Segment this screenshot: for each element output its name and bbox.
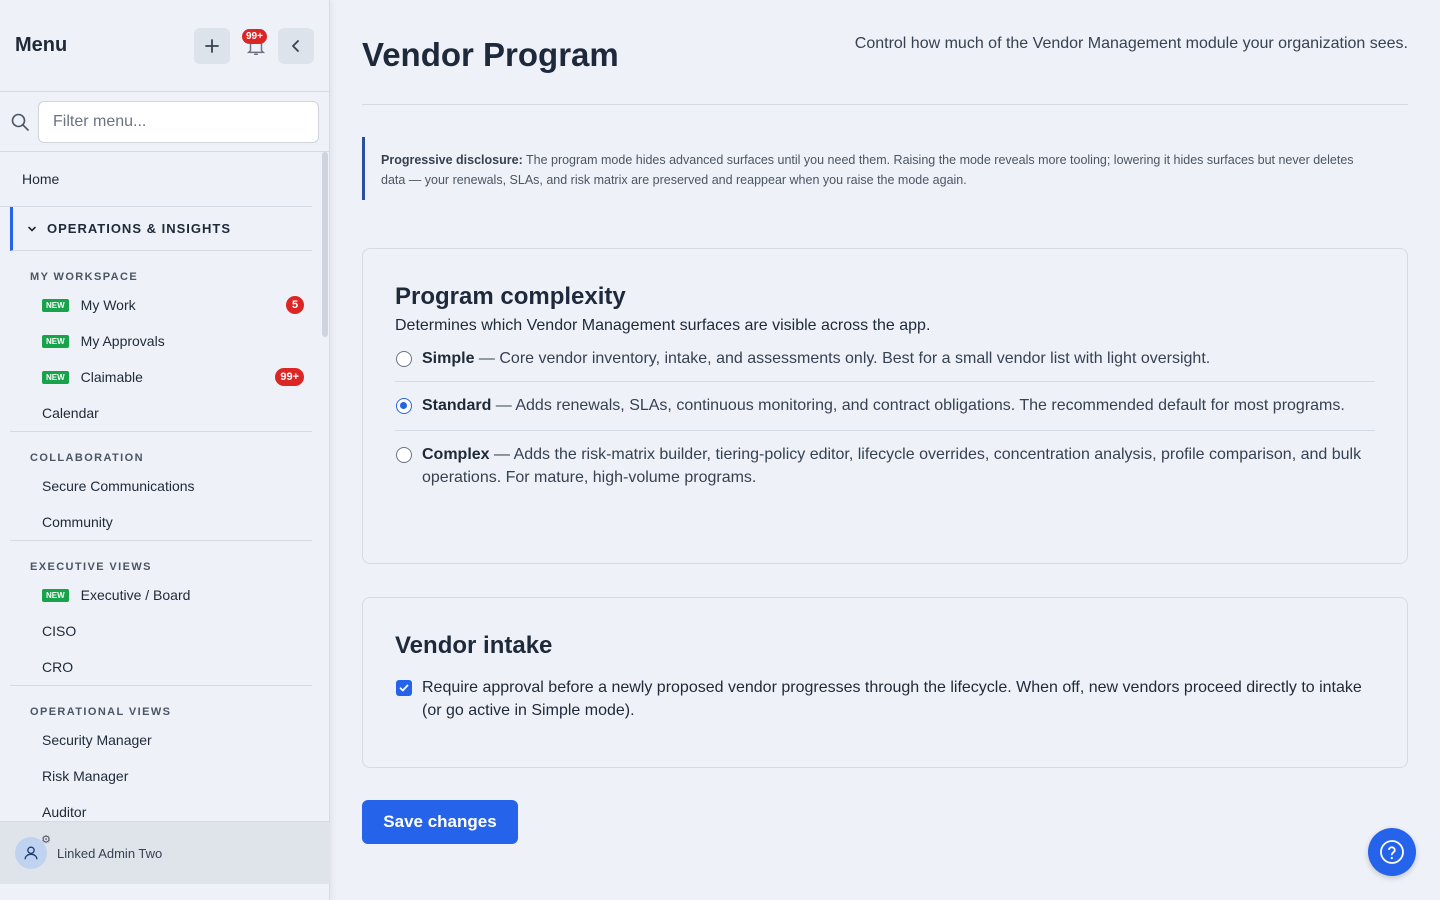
user-icon bbox=[24, 846, 38, 860]
radio-complex[interactable] bbox=[396, 447, 412, 463]
sidebar-item-label: Risk Manager bbox=[42, 768, 129, 784]
group-label-collaboration: COLLABORATION bbox=[30, 452, 144, 464]
collapse-sidebar-button[interactable] bbox=[278, 27, 314, 64]
sidebar-item-claimable[interactable]: NEW Claimable 99+ bbox=[0, 359, 322, 395]
user-name: Linked Admin Two bbox=[57, 845, 163, 861]
page-subtitle: Control how much of the Vendor Managemen… bbox=[854, 35, 1408, 52]
help-button[interactable] bbox=[1368, 828, 1416, 876]
check-icon bbox=[399, 684, 409, 692]
avatar: ⚙ bbox=[15, 834, 51, 869]
notifications-button[interactable]: 99+ bbox=[241, 28, 271, 64]
option-name: Complex bbox=[422, 446, 490, 463]
info-callout: Progressive disclosure: The program mode… bbox=[362, 137, 1408, 200]
notifications-badge: 99+ bbox=[242, 28, 267, 44]
sidebar-item-label: CRO bbox=[42, 659, 74, 675]
group-label-executive-views: EXECUTIVE VIEWS bbox=[30, 561, 152, 573]
new-badge: NEW bbox=[42, 370, 69, 384]
require-approval-checkbox[interactable] bbox=[396, 680, 412, 696]
search-icon bbox=[11, 113, 29, 131]
option-description: — Adds renewals, SLAs, continuous monito… bbox=[491, 397, 1345, 414]
sidebar-item-risk-manager[interactable]: Risk Manager bbox=[0, 758, 322, 794]
option-description: — Core vendor inventory, intake, and ass… bbox=[474, 350, 1211, 367]
sidebar-item-label: My Approvals bbox=[80, 333, 165, 349]
sidebar-nav: Home OPERATIONS & INSIGHTS MY WORKSPACE … bbox=[0, 152, 322, 820]
option-text: Complex — Adds the risk-matrix builder, … bbox=[422, 443, 1375, 489]
sidebar-item-label: CISO bbox=[42, 623, 77, 639]
sidebar-item-label: Calendar bbox=[42, 405, 99, 421]
sidebar-item-label: Secure Communications bbox=[42, 478, 195, 494]
info-text: The program mode hides advanced surfaces… bbox=[381, 153, 1354, 187]
sidebar-item-label: Home bbox=[22, 171, 60, 187]
sidebar-item-label: Community bbox=[42, 514, 113, 530]
sidebar-item-label: Security Manager bbox=[42, 732, 152, 748]
save-changes-button[interactable]: Save changes bbox=[362, 800, 518, 844]
chevron-left-icon bbox=[292, 39, 299, 52]
sidebar-title: Menu bbox=[15, 34, 68, 56]
sidebar: Menu 99+ Home OPERATIONS & INSIGHTS MY W… bbox=[0, 0, 330, 900]
option-simple[interactable]: Simple — Core vendor inventory, intake, … bbox=[395, 347, 1375, 381]
option-name: Standard bbox=[422, 397, 492, 414]
info-bold: Progressive disclosure: bbox=[381, 153, 523, 167]
new-badge: NEW bbox=[42, 334, 69, 348]
main-content: Vendor Program Control how much of the V… bbox=[362, 0, 1408, 900]
option-text: Standard — Adds renewals, SLAs, continuo… bbox=[422, 394, 1345, 417]
plus-icon bbox=[205, 38, 219, 53]
new-badge: NEW bbox=[42, 298, 69, 312]
sidebar-header: Menu 99+ bbox=[0, 0, 329, 92]
add-button[interactable] bbox=[194, 27, 230, 64]
checkbox-label: Require approval before a newly proposed… bbox=[422, 679, 1362, 719]
sidebar-item-label: My Work bbox=[80, 297, 136, 313]
count-badge: 99+ bbox=[275, 368, 304, 386]
sidebar-item-label: Executive / Board bbox=[80, 587, 191, 603]
sidebar-item-cro[interactable]: CRO bbox=[0, 649, 322, 685]
require-approval-option[interactable]: Require approval before a newly proposed… bbox=[395, 676, 1375, 722]
gear-icon: ⚙ bbox=[41, 834, 51, 846]
sidebar-item-home[interactable]: Home bbox=[0, 152, 312, 207]
section-label: OPERATIONS & INSIGHTS bbox=[47, 221, 231, 236]
card-description: Determines which Vendor Management surfa… bbox=[395, 317, 931, 334]
card-title: Vendor intake bbox=[395, 632, 553, 659]
group-label-my-workspace: MY WORKSPACE bbox=[30, 271, 139, 283]
sidebar-item-calendar[interactable]: Calendar bbox=[0, 395, 322, 431]
new-badge: NEW bbox=[42, 588, 69, 602]
option-name: Simple bbox=[422, 350, 475, 367]
filter-menu-input[interactable] bbox=[38, 100, 319, 143]
help-icon bbox=[1380, 840, 1404, 864]
option-description: — Adds the risk-matrix builder, tiering-… bbox=[422, 446, 1362, 486]
option-text: Simple — Core vendor inventory, intake, … bbox=[422, 347, 1210, 370]
sidebar-item-executive-board[interactable]: NEW Executive / Board bbox=[0, 577, 322, 613]
sidebar-item-security-manager[interactable]: Security Manager bbox=[0, 722, 322, 758]
section-operations-insights[interactable]: OPERATIONS & INSIGHTS bbox=[10, 207, 312, 251]
sidebar-item-my-work[interactable]: NEW My Work 5 bbox=[0, 287, 322, 323]
program-complexity-card: Program complexity Determines which Vend… bbox=[362, 248, 1408, 564]
card-title: Program complexity bbox=[395, 283, 626, 310]
sidebar-search bbox=[0, 92, 329, 152]
option-complex[interactable]: Complex — Adds the risk-matrix builder, … bbox=[395, 431, 1375, 489]
user-footer[interactable]: ⚙ Linked Admin Two bbox=[0, 821, 330, 884]
sidebar-item-label: Claimable bbox=[80, 369, 143, 385]
group-label-operational-views: OPERATIONAL VIEWS bbox=[30, 706, 172, 718]
sidebar-item-label: Auditor bbox=[42, 804, 87, 820]
sidebar-item-auditor[interactable]: Auditor bbox=[0, 794, 322, 820]
radio-standard[interactable] bbox=[396, 398, 412, 414]
option-standard[interactable]: Standard — Adds renewals, SLAs, continuo… bbox=[395, 382, 1375, 430]
sidebar-item-community[interactable]: Community bbox=[0, 504, 322, 540]
radio-simple[interactable] bbox=[396, 351, 412, 367]
sidebar-item-ciso[interactable]: CISO bbox=[0, 613, 322, 649]
sidebar-item-my-approvals[interactable]: NEW My Approvals bbox=[0, 323, 322, 359]
count-badge: 5 bbox=[286, 296, 304, 314]
chevron-down-icon bbox=[28, 226, 36, 232]
sidebar-item-secure-communications[interactable]: Secure Communications bbox=[0, 468, 322, 504]
sidebar-scrollbar[interactable] bbox=[322, 152, 328, 337]
vendor-intake-card: Vendor intake Require approval before a … bbox=[362, 597, 1408, 768]
divider bbox=[362, 104, 1408, 105]
page-title: Vendor Program bbox=[362, 36, 619, 73]
